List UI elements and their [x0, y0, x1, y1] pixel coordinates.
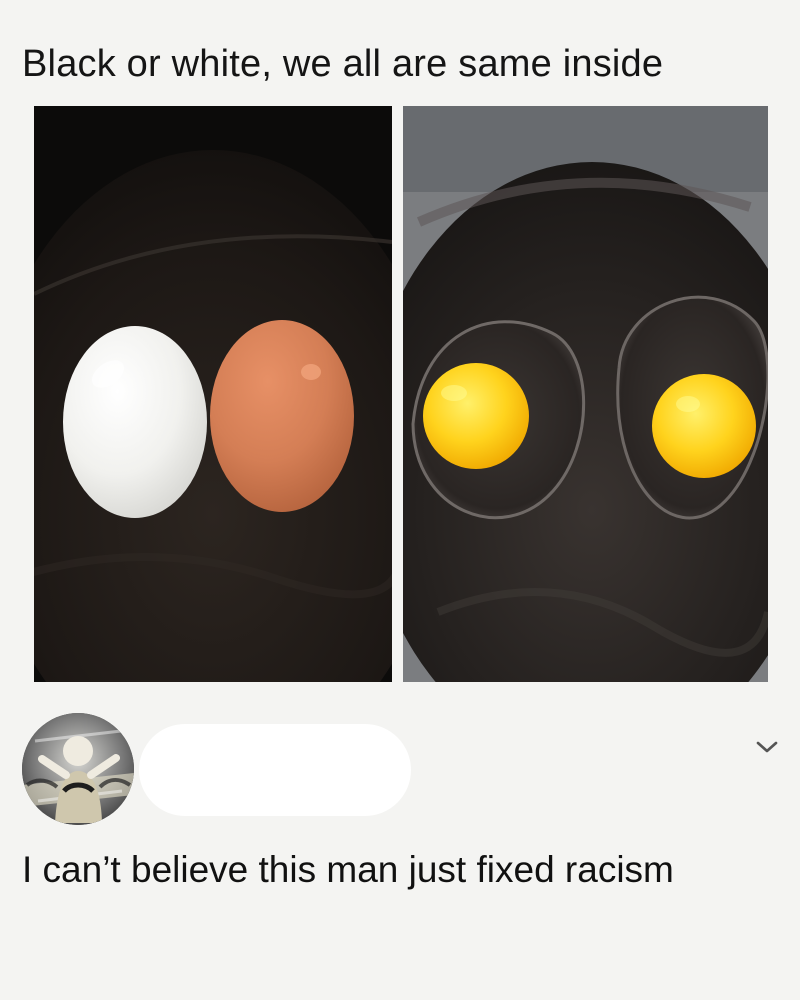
- username-redaction: [139, 724, 411, 816]
- chevron-down-icon[interactable]: [755, 738, 779, 756]
- whole-eggs-photo: [34, 106, 392, 682]
- comment-text: I can’t believe this man just fixed raci…: [22, 849, 674, 890]
- caption: Black or white, we all are same inside: [22, 43, 664, 85]
- comment-card: I can’t believe this man just fixed raci…: [0, 700, 800, 960]
- cracked-eggs-photo: [403, 106, 768, 682]
- brown-egg-illustration: [210, 320, 354, 512]
- white-egg-illustration: [63, 326, 207, 518]
- profile-avatar-icon[interactable]: [22, 713, 134, 825]
